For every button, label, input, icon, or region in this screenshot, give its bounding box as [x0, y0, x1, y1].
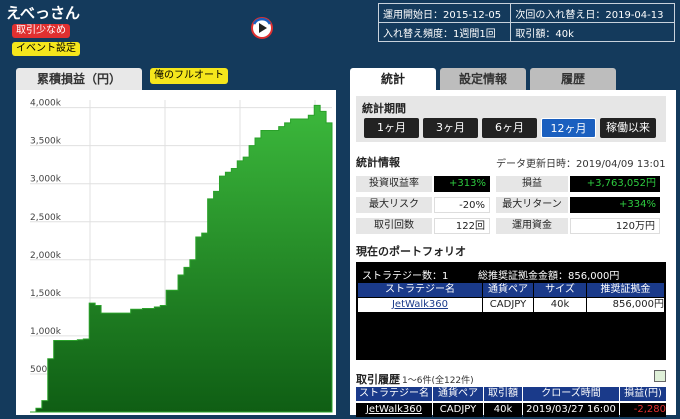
y-tick-label: 4,000k — [30, 99, 62, 109]
y-tick-label: 1,000k — [30, 327, 62, 337]
y-tick-label: 1,500k — [30, 289, 62, 299]
table-cell: 856,000円 — [587, 298, 664, 312]
export-icon[interactable] — [654, 370, 666, 382]
stat-label: 最大リスク — [356, 197, 432, 213]
event-setting-badge: イベント設定 — [12, 42, 80, 56]
stats-section-label: 統計情報 — [356, 156, 400, 169]
pl-chart-svg: 500k1,000k1,500k2,000k2,500k3,000k3,500k… — [30, 99, 333, 413]
period-label: 統計期間 — [362, 102, 406, 115]
play-refresh-icon[interactable] — [250, 16, 274, 40]
tab-cumulative-pl[interactable]: 累積損益（円） — [16, 68, 142, 90]
next-swap-date: 次回の入れ替え日：2019-04-13 — [510, 3, 675, 23]
tab-history[interactable]: 履歴 — [530, 68, 616, 90]
col-header: 通貨ペア — [483, 283, 533, 297]
strategy-link[interactable]: JetWalk360 — [358, 298, 482, 312]
period-1m-button[interactable]: 1ヶ月 — [364, 118, 419, 138]
full-auto-badge[interactable]: 俺のフルオート — [150, 68, 228, 84]
col-header: クローズ時間 — [523, 387, 619, 401]
tab-stats[interactable]: 統計 — [350, 68, 436, 90]
stat-value: -20% — [434, 197, 490, 213]
updated-time: データ更新日時：2019/04/09 13:01 — [496, 159, 666, 170]
strategy-count: ストラテジー数：1 — [362, 271, 449, 282]
history-range: 1〜6件(全122件) — [402, 376, 474, 386]
period-12m-button[interactable]: 12ヶ月 — [541, 118, 596, 138]
stat-label: 損益 — [496, 176, 568, 192]
y-tick-label: 3,000k — [30, 175, 62, 185]
stat-value: 120万円 — [570, 218, 660, 234]
col-header: ストラテジー名 — [356, 387, 432, 401]
swap-frequency: 入れ替え頻度：1週間1回 — [377, 22, 512, 42]
period-all-button[interactable]: 稼働以来 — [600, 118, 656, 138]
y-tick-label: 3,500k — [30, 137, 62, 147]
trade-amount: 取引額：40k — [510, 22, 675, 42]
stat-label: 運用資金 — [496, 218, 568, 234]
history-label: 取引履歴 — [356, 373, 400, 386]
tab-settings[interactable]: 設定情報 — [440, 68, 526, 90]
pl-area-series — [30, 104, 333, 413]
page-title: えべっさん — [6, 4, 80, 22]
table-cell: CADJPY — [483, 298, 533, 312]
col-header: ストラテジー名 — [358, 283, 482, 297]
col-header: 取引額 — [484, 387, 522, 401]
period-3m-button[interactable]: 3ヶ月 — [423, 118, 478, 138]
stat-value: +313% — [434, 176, 490, 192]
trade-frequency-badge: 取引少なめ — [12, 24, 70, 38]
table-cell: 40k — [534, 298, 586, 312]
stat-value: 122回 — [434, 218, 490, 234]
total-margin: 総推奨証拠金金額：856,000円 — [478, 271, 620, 282]
pl-chart: 500k 1,000k 1,500k 2,000k 2,500k 3,000k 3,500k… — [16, 90, 336, 415]
stat-label: 最大リターン — [496, 197, 568, 213]
period-6m-button[interactable]: 6ヶ月 — [482, 118, 537, 138]
portfolio-label: 現在のポートフォリオ — [356, 245, 466, 258]
col-header: 損益(円) — [620, 387, 666, 401]
col-header: 推奨証拠金 — [587, 283, 664, 297]
y-tick-label: 2,500k — [30, 213, 62, 223]
stat-value: +3,763,052円 — [570, 176, 660, 192]
y-tick-label: 2,000k — [30, 251, 62, 261]
stat-label: 投資収益率 — [356, 176, 432, 192]
start-date: 運用開始日：2015-12-05 — [377, 3, 512, 23]
col-header: 通貨ペア — [433, 387, 483, 401]
col-header: サイズ — [534, 283, 586, 297]
stat-label: 取引回数 — [356, 218, 432, 234]
stat-value: +334% — [570, 197, 660, 213]
info-table: 運用開始日：2015-12-05 次回の入れ替え日：2019-04-13 入れ替… — [377, 3, 675, 42]
